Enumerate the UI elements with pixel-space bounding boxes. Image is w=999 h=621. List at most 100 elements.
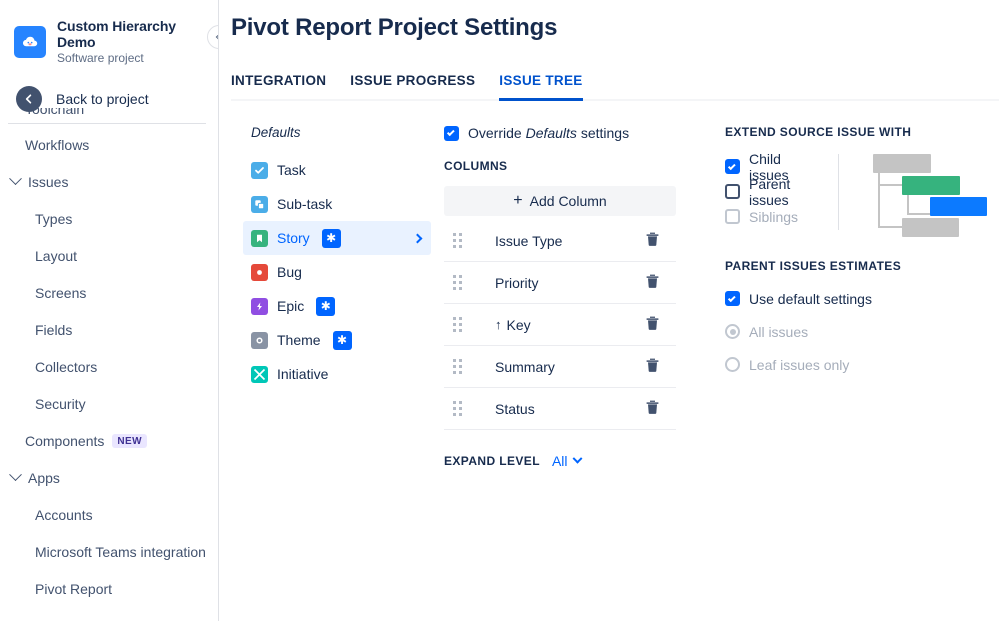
subtask-icon xyxy=(251,196,268,213)
extend-source-title: EXTEND SOURCE ISSUE WITH xyxy=(725,125,999,139)
back-to-project-label: Back to project xyxy=(56,91,149,107)
radio-unselected-disabled-icon xyxy=(725,357,740,372)
checkbox-disabled-icon xyxy=(725,209,740,224)
table-row[interactable]: Summary xyxy=(444,346,676,388)
tab-issue-tree[interactable]: ISSUE TREE xyxy=(499,73,582,99)
sidebar-item-microsoft-teams-integration[interactable]: Microsoft Teams integration xyxy=(0,533,218,570)
issue-type-story-label: Story xyxy=(277,230,310,246)
column-label: Key xyxy=(507,317,531,333)
epic-required-badge: ✱ xyxy=(316,297,335,316)
sidebar-item-pivot-report-label: Pivot Report xyxy=(35,581,112,597)
issue-type-epic[interactable]: Epic ✱ xyxy=(243,289,431,323)
columns-section-title: COLUMNS xyxy=(444,159,676,173)
sidebar-item-security[interactable]: Security xyxy=(0,385,218,422)
sidebar-item-layout[interactable]: Layout xyxy=(0,237,218,274)
issue-type-initiative[interactable]: Initiative xyxy=(243,357,431,391)
table-row[interactable]: Issue Type xyxy=(444,220,676,262)
sort-ascending-icon: ↑ xyxy=(495,317,502,332)
tab-integration[interactable]: INTEGRATION xyxy=(231,73,326,99)
project-type: Software project xyxy=(57,51,218,66)
drag-handle-icon[interactable] xyxy=(453,359,464,374)
override-prefix: Override xyxy=(468,125,522,141)
issue-tree-panel: Defaults Task Sub-task xyxy=(231,125,999,469)
checkbox-checked-icon xyxy=(725,159,740,174)
tree-node-child xyxy=(902,176,960,195)
task-check-icon xyxy=(251,162,268,179)
column-name: Issue Type xyxy=(495,233,562,249)
issue-type-initiative-label: Initiative xyxy=(277,366,328,382)
issue-type-theme[interactable]: Theme ✱ xyxy=(243,323,431,357)
sidebar-item-components[interactable]: Components NEW xyxy=(0,422,218,459)
tree-line-branch xyxy=(878,184,903,186)
sidebar-item-workflows[interactable]: Workflows xyxy=(0,126,218,163)
add-column-button[interactable]: + Add Column xyxy=(444,186,676,216)
drag-handle-icon[interactable] xyxy=(453,233,464,248)
new-badge: NEW xyxy=(112,434,147,448)
tree-node-parent xyxy=(873,154,931,173)
project-name: Custom Hierarchy Demo xyxy=(57,18,218,50)
issue-type-sub-task[interactable]: Sub-task xyxy=(243,187,431,221)
option-parent-issues[interactable]: Parent issues xyxy=(725,179,820,204)
checkbox-checked-icon xyxy=(444,126,459,141)
story-bookmark-icon xyxy=(251,230,268,247)
sidebar-item-accounts-label: Accounts xyxy=(35,507,93,523)
sidebar-group-issues[interactable]: Issues xyxy=(0,163,218,200)
sidebar-group-apps-label: Apps xyxy=(28,470,60,486)
expand-level-label: EXPAND LEVEL xyxy=(444,454,540,468)
tab-issue-progress[interactable]: ISSUE PROGRESS xyxy=(350,73,475,99)
issue-type-theme-label: Theme xyxy=(277,332,321,348)
vertical-divider xyxy=(838,154,839,230)
delete-icon[interactable] xyxy=(645,231,660,250)
sidebar: Custom Hierarchy Demo Software project B… xyxy=(0,0,219,621)
tab-bar: INTEGRATION ISSUE PROGRESS ISSUE TREE xyxy=(231,73,999,101)
parent-estimates-title: PARENT ISSUES ESTIMATES xyxy=(725,259,999,273)
issue-type-bug-label: Bug xyxy=(277,264,302,280)
table-row[interactable]: Priority xyxy=(444,262,676,304)
sidebar-group-apps[interactable]: Apps xyxy=(0,459,218,496)
drag-handle-icon[interactable] xyxy=(453,401,464,416)
override-defaults-label: Override Defaults settings xyxy=(468,125,629,141)
tree-line-vertical xyxy=(878,173,880,228)
columns-panel: Override Defaults settings COLUMNS + Add… xyxy=(431,125,676,469)
sidebar-item-toolchain[interactable]: Toolchain xyxy=(0,108,218,116)
sidebar-item-accounts[interactable]: Accounts xyxy=(0,496,218,533)
chevron-right-icon xyxy=(413,233,423,243)
issue-type-story[interactable]: Story ✱ xyxy=(243,221,431,255)
table-row[interactable]: Status xyxy=(444,388,676,430)
drag-handle-icon[interactable] xyxy=(453,275,464,290)
theme-circle-icon xyxy=(251,332,268,349)
delete-icon[interactable] xyxy=(645,399,660,418)
expand-level-dropdown[interactable]: All xyxy=(552,453,581,469)
override-defaults-checkbox[interactable]: Override Defaults settings xyxy=(444,125,676,141)
delete-icon[interactable] xyxy=(645,273,660,292)
sidebar-item-pivot-report[interactable]: Pivot Report xyxy=(0,570,218,607)
issue-type-bug[interactable]: Bug xyxy=(243,255,431,289)
delete-icon[interactable] xyxy=(645,315,660,334)
issue-type-task[interactable]: Task xyxy=(243,153,431,187)
sidebar-item-workflows-label: Workflows xyxy=(25,137,89,153)
expand-level-value: All xyxy=(552,453,568,469)
back-to-project-button[interactable]: Back to project xyxy=(0,66,218,112)
option-use-default-settings[interactable]: Use default settings xyxy=(725,286,999,311)
theme-required-badge: ✱ xyxy=(333,331,352,350)
options-panel: EXTEND SOURCE ISSUE WITH Child issues Pa… xyxy=(676,125,999,469)
sidebar-nav: Workflows Issues Types Layout Screens Fi… xyxy=(0,126,218,607)
issue-type-epic-label: Epic xyxy=(277,298,304,314)
defaults-heading: Defaults xyxy=(243,125,431,140)
sidebar-item-collectors[interactable]: Collectors xyxy=(0,348,218,385)
sidebar-group-issues-label: Issues xyxy=(28,174,68,190)
radio-all-issues-label: All issues xyxy=(749,324,808,340)
table-row[interactable]: ↑ Key xyxy=(444,304,676,346)
project-header[interactable]: Custom Hierarchy Demo Software project xyxy=(0,0,218,66)
sidebar-item-fields[interactable]: Fields xyxy=(0,311,218,348)
sidebar-item-toolchain-label: Toolchain xyxy=(25,108,218,116)
sidebar-item-screens[interactable]: Screens xyxy=(0,274,218,311)
issue-type-task-label: Task xyxy=(277,162,306,178)
add-column-label: Add Column xyxy=(530,193,607,209)
sidebar-item-types[interactable]: Types xyxy=(0,200,218,237)
sidebar-item-screens-label: Screens xyxy=(35,285,86,301)
initiative-x-icon xyxy=(251,366,268,383)
delete-icon[interactable] xyxy=(645,357,660,376)
drag-handle-icon[interactable] xyxy=(453,317,464,332)
sidebar-item-fields-label: Fields xyxy=(35,322,72,338)
